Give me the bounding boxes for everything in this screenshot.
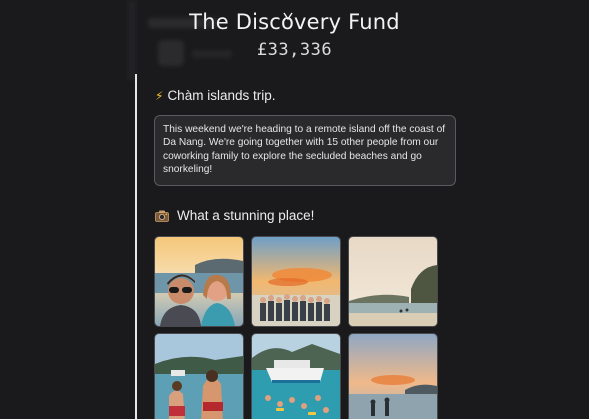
timeline-line [135, 74, 137, 419]
camera-icon [155, 210, 169, 222]
lightning-icon: ⚡ [155, 88, 164, 103]
photos-heading: What a stunning place! [155, 208, 314, 223]
sunset-beach-photo[interactable] [348, 333, 438, 419]
photos-title: What a stunning place! [177, 208, 315, 223]
fund-amount: £33,336 [256, 40, 333, 60]
entry-heading: ⚡ Chàm islands trip. [155, 88, 275, 103]
couple-selfie-photo[interactable] [154, 236, 244, 327]
fund-header: The Discovery Fund £33,336 [0, 6, 589, 60]
wading-couple-photo[interactable] [154, 333, 244, 419]
beach-cove-photo[interactable] [348, 236, 438, 327]
group-sunset-photo[interactable] [251, 236, 341, 327]
boat-swimmers-photo[interactable] [251, 333, 341, 419]
entry-description: This weekend we're heading to a remote i… [163, 124, 446, 176]
fund-title: The Discovery Fund [189, 10, 400, 34]
cursor-icon [283, 12, 293, 21]
entry-description-card: This weekend we're heading to a remote i… [154, 115, 456, 186]
entry-title: Chàm islands trip. [167, 88, 276, 103]
